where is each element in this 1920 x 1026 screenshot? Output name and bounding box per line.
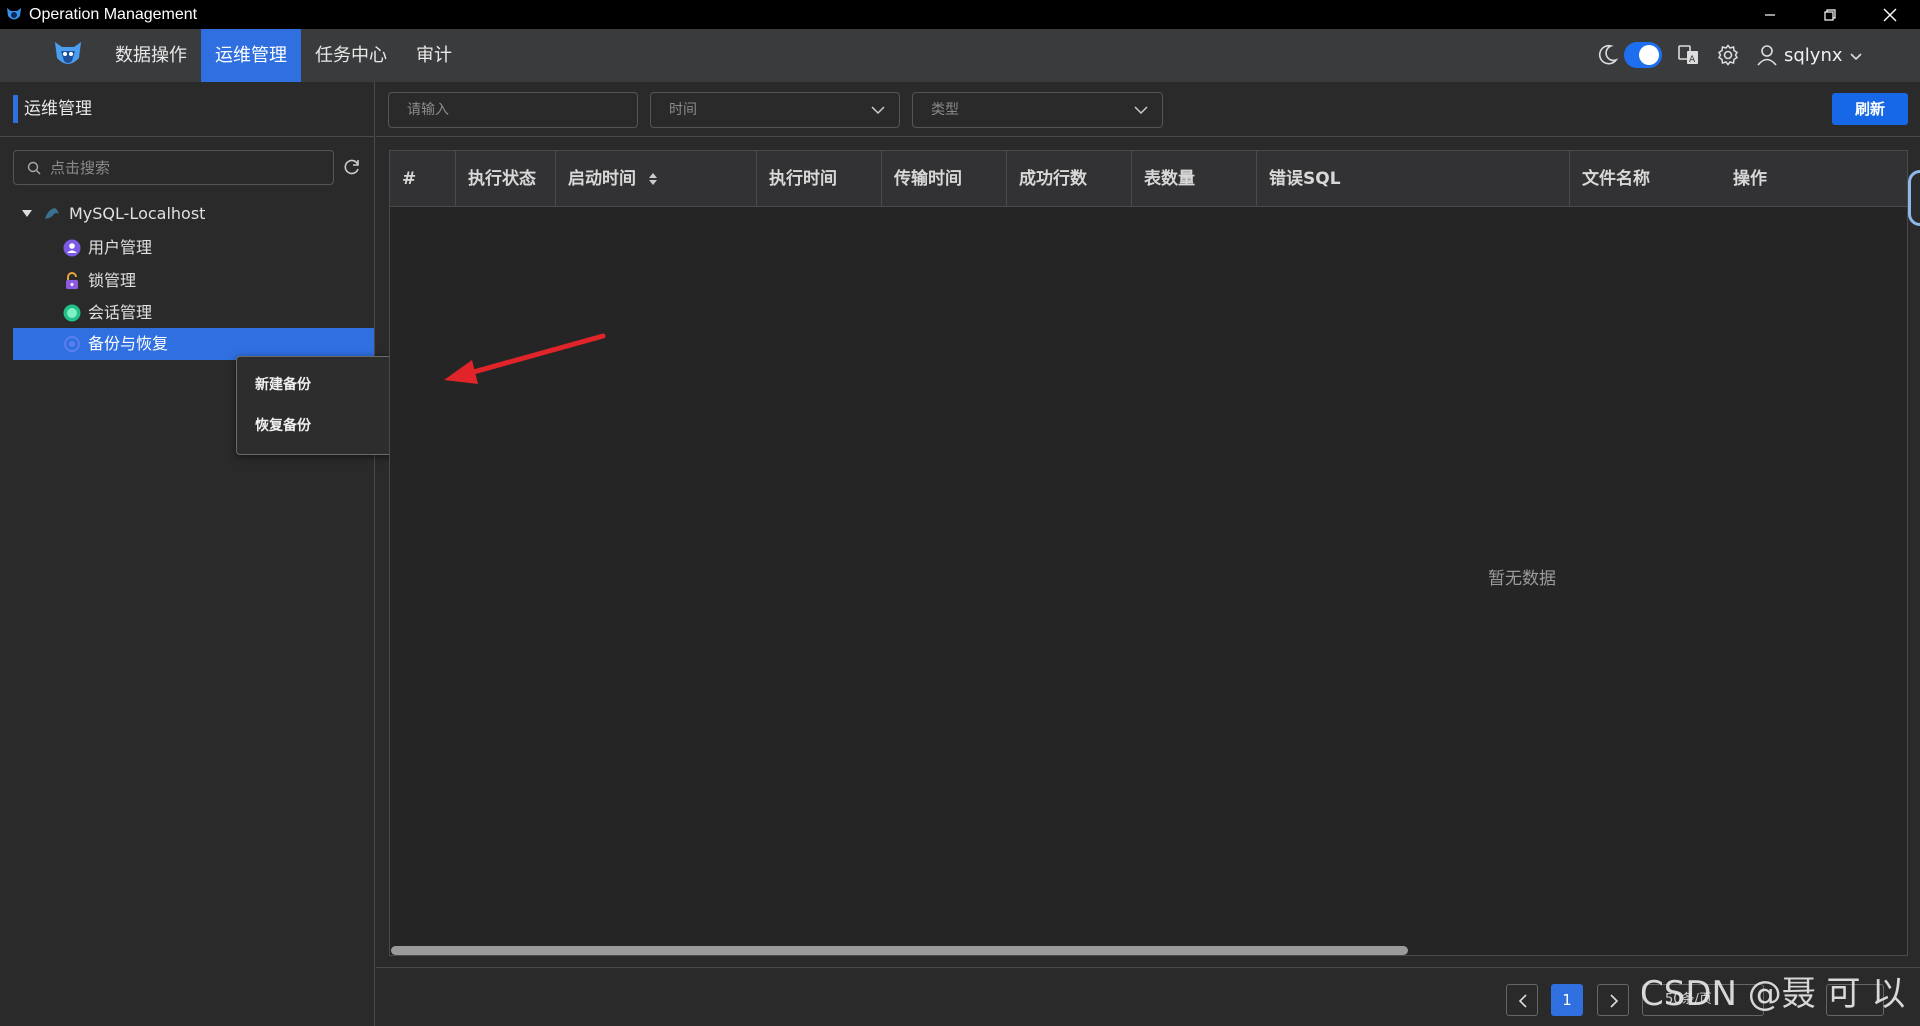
menu-item-restore-backup[interactable]: 恢复备份 (255, 414, 311, 438)
chevron-down-icon[interactable] (1850, 53, 1862, 61)
tree-root-label: MySQL-Localhost (69, 204, 206, 223)
chevron-left-icon (1518, 994, 1527, 1008)
left-sidebar: 运维管理 MySQL-Localhost 用户管理 (0, 82, 375, 1026)
keyword-input-box[interactable] (388, 92, 638, 128)
column-header-transfer-time: 传输时间 (882, 151, 1007, 207)
backup-icon (64, 336, 80, 352)
mysql-dolphin-icon (45, 208, 59, 219)
next-page-button[interactable] (1597, 984, 1629, 1016)
time-select[interactable]: 时间 (650, 92, 900, 128)
empty-state-text: 暂无数据 (1488, 569, 1556, 589)
menu-item-new-backup[interactable]: 新建备份 (255, 373, 311, 397)
theme-toggle[interactable] (1624, 42, 1662, 68)
column-header-status: 执行状态 (456, 151, 556, 207)
nav-task-center[interactable]: 任务中心 (302, 29, 400, 82)
column-header-index: # (390, 151, 456, 207)
column-header-error-sql: 错误SQL (1257, 151, 1570, 207)
search-icon (27, 161, 41, 175)
sidebar-header: 运维管理 (0, 82, 375, 137)
nav-ops-management[interactable]: 运维管理 (201, 29, 301, 82)
lock-icon (66, 272, 78, 289)
session-icon (63, 304, 81, 322)
tree-search-box[interactable] (13, 150, 334, 185)
column-header-start-time[interactable]: 启动时间 (556, 151, 757, 207)
title-accent-bar (13, 95, 18, 123)
type-select[interactable]: 类型 (912, 92, 1163, 128)
sidebar-title: 运维管理 (24, 99, 92, 119)
minimize-icon (1765, 13, 1775, 16)
table-header: # 执行状态 启动时间 执行时间 传输时间 成功行数 表数量 错误SQL 文件名… (390, 151, 1907, 207)
chevron-down-icon (871, 106, 885, 115)
translate-icon[interactable]: A (1678, 44, 1700, 66)
tree-node-mysql-localhost[interactable]: MySQL-Localhost (13, 198, 374, 230)
time-select-placeholder: 时间 (669, 102, 697, 118)
close-button[interactable] (1860, 0, 1920, 29)
settings-gear-icon[interactable] (1717, 44, 1739, 66)
restore-icon (1824, 8, 1836, 21)
column-header-file-name: 文件名称 (1582, 169, 1650, 189)
page-number-current[interactable]: 1 (1551, 984, 1583, 1016)
window-title: Operation Management (29, 5, 198, 23)
column-header-table-count: 表数量 (1132, 151, 1257, 207)
minimize-button[interactable] (1740, 0, 1800, 29)
tree-search-input[interactable] (50, 151, 330, 184)
window-titlebar: Operation Management (0, 0, 1920, 29)
watermark-text: CSDN @聂 可 以 (1640, 974, 1906, 1014)
app-logo-icon (7, 7, 21, 19)
tree-item-label: 用户管理 (88, 238, 153, 257)
sort-icon[interactable] (648, 172, 658, 186)
moon-icon (1598, 44, 1618, 65)
app-logo-icon (55, 42, 81, 64)
prev-page-button[interactable] (1506, 984, 1538, 1016)
backup-table: # 执行状态 启动时间 执行时间 传输时间 成功行数 表数量 错误SQL 文件名… (389, 150, 1908, 956)
main-menubar: 数据操作 运维管理 任务中心 审计 A sqlynx (0, 29, 1920, 82)
column-header-exec-time: 执行时间 (757, 151, 882, 207)
svg-text:A: A (1689, 55, 1696, 65)
column-header-label: 启动时间 (568, 169, 636, 189)
nav-audit[interactable]: 审计 (401, 29, 467, 82)
tree-item-session-management[interactable]: 会话管理 (13, 297, 374, 329)
tree-item-lock-management[interactable]: 锁管理 (13, 265, 374, 297)
refresh-button[interactable]: 刷新 (1832, 93, 1908, 125)
tree-item-user-management[interactable]: 用户管理 (13, 232, 374, 264)
nav-data-operations[interactable]: 数据操作 (102, 29, 200, 82)
user-icon (1757, 45, 1777, 66)
caret-down-icon[interactable] (21, 209, 33, 219)
close-icon (1883, 8, 1897, 21)
type-select-placeholder: 类型 (931, 102, 959, 118)
user-manage-icon (63, 239, 81, 257)
refresh-tree-icon[interactable] (342, 157, 362, 177)
chevron-right-icon (1610, 994, 1619, 1008)
tree-item-label: 会话管理 (88, 303, 153, 322)
tree-item-label: 备份与恢复 (88, 334, 169, 353)
column-header-actions: 操作 (1733, 169, 1767, 189)
tree-item-label: 锁管理 (88, 271, 137, 290)
floating-edge-handle[interactable] (1908, 170, 1920, 226)
restore-button[interactable] (1800, 0, 1860, 29)
keyword-input[interactable] (407, 93, 607, 127)
column-header-success-rows: 成功行数 (1007, 151, 1132, 207)
username[interactable]: sqlynx (1784, 29, 1843, 82)
horizontal-scrollbar[interactable] (391, 946, 1408, 955)
chevron-down-icon (1134, 106, 1148, 115)
